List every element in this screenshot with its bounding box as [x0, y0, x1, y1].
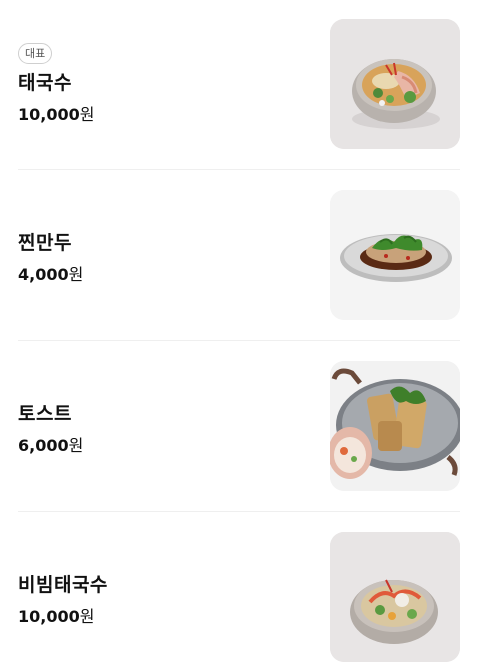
divider: [18, 340, 460, 341]
signature-badge: 대표: [18, 43, 53, 64]
price-unit: 원: [79, 105, 95, 124]
menu-item-price: 4,000원: [18, 261, 83, 285]
menu-item-info: 토스트 6,000원: [18, 399, 83, 456]
price-unit: 원: [68, 265, 84, 284]
divider: [18, 511, 460, 512]
toast-pan-image[interactable]: [330, 361, 460, 491]
menu-item[interactable]: 비빔태국수 10,000원: [18, 532, 460, 662]
price-value: 10,000: [18, 105, 80, 124]
menu-item-info: 찐만두 4,000원: [18, 228, 83, 285]
menu-item-name: 토스트: [18, 403, 72, 425]
price-value: 4,000: [18, 265, 69, 284]
menu-item[interactable]: 찐만두 4,000원: [18, 190, 460, 320]
price-unit: 원: [79, 607, 95, 626]
menu-item-name: 찐만두: [18, 232, 72, 254]
bowl-noodle-soup-image[interactable]: [330, 19, 460, 149]
divider: [18, 169, 460, 170]
menu-item-info: 대표 태국수 10,000원: [18, 42, 94, 125]
menu-item[interactable]: 토스트 6,000원: [18, 361, 460, 491]
menu-item-price: 10,000원: [18, 603, 108, 627]
menu-item-info: 비빔태국수 10,000원: [18, 570, 108, 627]
menu-item[interactable]: 대표 태국수 10,000원: [18, 19, 460, 149]
menu-item-name: 비빔태국수: [18, 574, 108, 596]
price-value: 10,000: [18, 607, 80, 626]
menu-item-price: 6,000원: [18, 432, 83, 456]
menu-item-price: 10,000원: [18, 101, 94, 125]
price-value: 6,000: [18, 436, 69, 455]
menu-item-name: 태국수: [18, 72, 72, 94]
price-unit: 원: [68, 436, 84, 455]
mixed-noodle-image[interactable]: [330, 532, 460, 662]
steamed-dumpling-image[interactable]: [330, 190, 460, 320]
